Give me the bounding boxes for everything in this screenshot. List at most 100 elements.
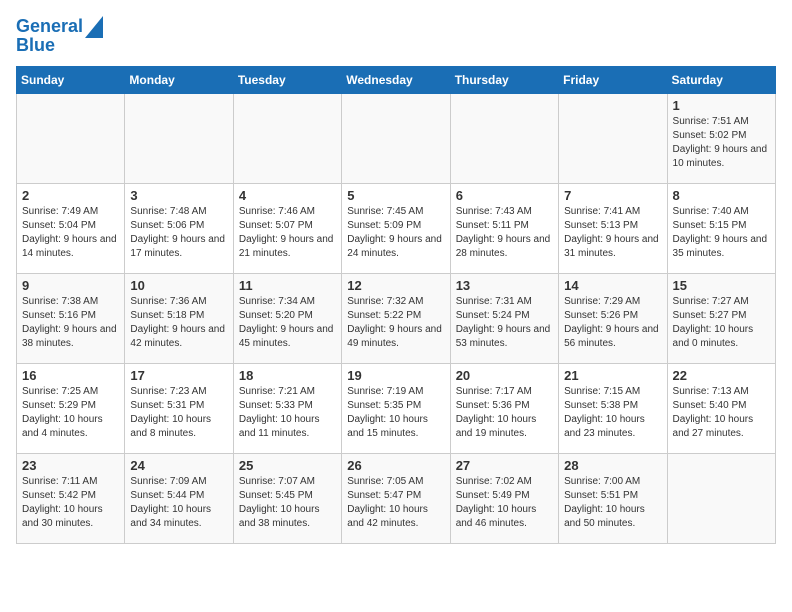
day-info: Sunrise: 7:31 AM Sunset: 5:24 PM Dayligh… [456, 295, 553, 351]
day-cell: 8 Sunrise: 7:40 AM Sunset: 5:15 PM Daylig… [667, 183, 775, 273]
day-cell: 9Sunrise: 7:38 AM Sunset: 5:16 PM Daylig… [17, 273, 125, 363]
col-header-friday: Friday [559, 66, 667, 93]
day-cell: 7 Sunrise: 7:41 AM Sunset: 5:13 PM Daylig… [559, 183, 667, 273]
col-header-saturday: Saturday [667, 66, 775, 93]
day-cell [342, 93, 450, 183]
day-number: 24 [130, 458, 227, 473]
day-info: Sunrise: 7:25 AM Sunset: 5:29 PM Dayligh… [22, 385, 119, 441]
day-number: 13 [456, 278, 553, 293]
day-cell: 24 Sunrise: 7:09 AM Sunset: 5:44 PM Dayli… [125, 453, 233, 543]
day-cell: 26 Sunrise: 7:05 AM Sunset: 5:47 PM Dayli… [342, 453, 450, 543]
day-info: Sunrise: 7:46 AM Sunset: 5:07 PM Dayligh… [239, 205, 336, 261]
day-info: Sunrise: 7:05 AM Sunset: 5:47 PM Dayligh… [347, 475, 444, 531]
day-info: Sunrise: 7:29 AM Sunset: 5:26 PM Dayligh… [564, 295, 661, 351]
day-cell [450, 93, 558, 183]
day-info: Sunrise: 7:49 AM Sunset: 5:04 PM Dayligh… [22, 205, 119, 261]
day-cell: 18 Sunrise: 7:21 AM Sunset: 5:33 PM Dayli… [233, 363, 341, 453]
day-cell: 4 Sunrise: 7:46 AM Sunset: 5:07 PM Daylig… [233, 183, 341, 273]
day-number: 17 [130, 368, 227, 383]
day-cell: 27 Sunrise: 7:02 AM Sunset: 5:49 PM Dayli… [450, 453, 558, 543]
day-number: 22 [673, 368, 770, 383]
day-number: 2 [22, 188, 119, 203]
day-number: 8 [673, 188, 770, 203]
col-header-tuesday: Tuesday [233, 66, 341, 93]
day-info: Sunrise: 7:34 AM Sunset: 5:20 PM Dayligh… [239, 295, 336, 351]
day-cell: 20Sunrise: 7:17 AM Sunset: 5:36 PM Dayli… [450, 363, 558, 453]
day-number: 4 [239, 188, 336, 203]
day-cell: 15 Sunrise: 7:27 AM Sunset: 5:27 PM Dayli… [667, 273, 775, 363]
day-info: Sunrise: 7:38 AM Sunset: 5:16 PM Dayligh… [22, 295, 119, 351]
day-info: Sunrise: 7:40 AM Sunset: 5:15 PM Dayligh… [673, 205, 770, 261]
day-info: Sunrise: 7:48 AM Sunset: 5:06 PM Dayligh… [130, 205, 227, 261]
day-info: Sunrise: 7:32 AM Sunset: 5:22 PM Dayligh… [347, 295, 444, 351]
week-row-1: 1 Sunrise: 7:51 AM Sunset: 5:02 PM Daylig… [17, 93, 776, 183]
day-info: Sunrise: 7:07 AM Sunset: 5:45 PM Dayligh… [239, 475, 336, 531]
day-info: Sunrise: 7:02 AM Sunset: 5:49 PM Dayligh… [456, 475, 553, 531]
day-number: 19 [347, 368, 444, 383]
header-row: SundayMondayTuesdayWednesdayThursdayFrid… [17, 66, 776, 93]
day-cell: 5 Sunrise: 7:45 AM Sunset: 5:09 PM Daylig… [342, 183, 450, 273]
day-info: Sunrise: 7:13 AM Sunset: 5:40 PM Dayligh… [673, 385, 770, 441]
calendar-table: SundayMondayTuesdayWednesdayThursdayFrid… [16, 66, 776, 544]
logo-arrow-icon [85, 16, 103, 38]
day-cell [559, 93, 667, 183]
day-cell: 10 Sunrise: 7:36 AM Sunset: 5:18 PM Dayli… [125, 273, 233, 363]
day-number: 25 [239, 458, 336, 473]
day-cell: 25 Sunrise: 7:07 AM Sunset: 5:45 PM Dayli… [233, 453, 341, 543]
day-number: 15 [673, 278, 770, 293]
day-number: 1 [673, 98, 770, 113]
col-header-monday: Monday [125, 66, 233, 93]
week-row-3: 9Sunrise: 7:38 AM Sunset: 5:16 PM Daylig… [17, 273, 776, 363]
day-cell: 19Sunrise: 7:19 AM Sunset: 5:35 PM Dayli… [342, 363, 450, 453]
day-info: Sunrise: 7:23 AM Sunset: 5:31 PM Dayligh… [130, 385, 227, 441]
day-cell: 22 Sunrise: 7:13 AM Sunset: 5:40 PM Dayli… [667, 363, 775, 453]
day-number: 10 [130, 278, 227, 293]
day-info: Sunrise: 7:51 AM Sunset: 5:02 PM Dayligh… [673, 115, 770, 171]
day-cell: 17 Sunrise: 7:23 AM Sunset: 5:31 PM Dayli… [125, 363, 233, 453]
day-cell: 16 Sunrise: 7:25 AM Sunset: 5:29 PM Dayli… [17, 363, 125, 453]
day-cell [233, 93, 341, 183]
col-header-thursday: Thursday [450, 66, 558, 93]
day-info: Sunrise: 7:09 AM Sunset: 5:44 PM Dayligh… [130, 475, 227, 531]
day-cell: 28Sunrise: 7:00 AM Sunset: 5:51 PM Dayli… [559, 453, 667, 543]
day-number: 28 [564, 458, 661, 473]
day-number: 14 [564, 278, 661, 293]
day-number: 23 [22, 458, 119, 473]
col-header-wednesday: Wednesday [342, 66, 450, 93]
day-cell: 11 Sunrise: 7:34 AM Sunset: 5:20 PM Dayli… [233, 273, 341, 363]
day-info: Sunrise: 7:21 AM Sunset: 5:33 PM Dayligh… [239, 385, 336, 441]
day-cell: 13 Sunrise: 7:31 AM Sunset: 5:24 PM Dayli… [450, 273, 558, 363]
day-info: Sunrise: 7:15 AM Sunset: 5:38 PM Dayligh… [564, 385, 661, 441]
day-info: Sunrise: 7:27 AM Sunset: 5:27 PM Dayligh… [673, 295, 770, 351]
day-cell: 23 Sunrise: 7:11 AM Sunset: 5:42 PM Dayli… [17, 453, 125, 543]
day-number: 26 [347, 458, 444, 473]
day-cell [125, 93, 233, 183]
day-number: 16 [22, 368, 119, 383]
week-row-5: 23 Sunrise: 7:11 AM Sunset: 5:42 PM Dayli… [17, 453, 776, 543]
day-cell: 2 Sunrise: 7:49 AM Sunset: 5:04 PM Daylig… [17, 183, 125, 273]
day-number: 3 [130, 188, 227, 203]
day-cell: 12Sunrise: 7:32 AM Sunset: 5:22 PM Dayli… [342, 273, 450, 363]
day-number: 27 [456, 458, 553, 473]
logo: General Blue [16, 16, 103, 56]
day-number: 18 [239, 368, 336, 383]
week-row-4: 16 Sunrise: 7:25 AM Sunset: 5:29 PM Dayli… [17, 363, 776, 453]
day-cell: 1 Sunrise: 7:51 AM Sunset: 5:02 PM Daylig… [667, 93, 775, 183]
day-cell: 14 Sunrise: 7:29 AM Sunset: 5:26 PM Dayli… [559, 273, 667, 363]
day-number: 20 [456, 368, 553, 383]
day-number: 21 [564, 368, 661, 383]
day-cell [17, 93, 125, 183]
day-info: Sunrise: 7:11 AM Sunset: 5:42 PM Dayligh… [22, 475, 119, 531]
day-info: Sunrise: 7:45 AM Sunset: 5:09 PM Dayligh… [347, 205, 444, 261]
day-cell [667, 453, 775, 543]
logo-text-line1: General [16, 17, 83, 37]
day-number: 11 [239, 278, 336, 293]
col-header-sunday: Sunday [17, 66, 125, 93]
day-number: 5 [347, 188, 444, 203]
day-number: 7 [564, 188, 661, 203]
page-header: General Blue [16, 16, 776, 56]
day-info: Sunrise: 7:36 AM Sunset: 5:18 PM Dayligh… [130, 295, 227, 351]
day-cell: 3 Sunrise: 7:48 AM Sunset: 5:06 PM Daylig… [125, 183, 233, 273]
day-info: Sunrise: 7:41 AM Sunset: 5:13 PM Dayligh… [564, 205, 661, 261]
day-number: 6 [456, 188, 553, 203]
